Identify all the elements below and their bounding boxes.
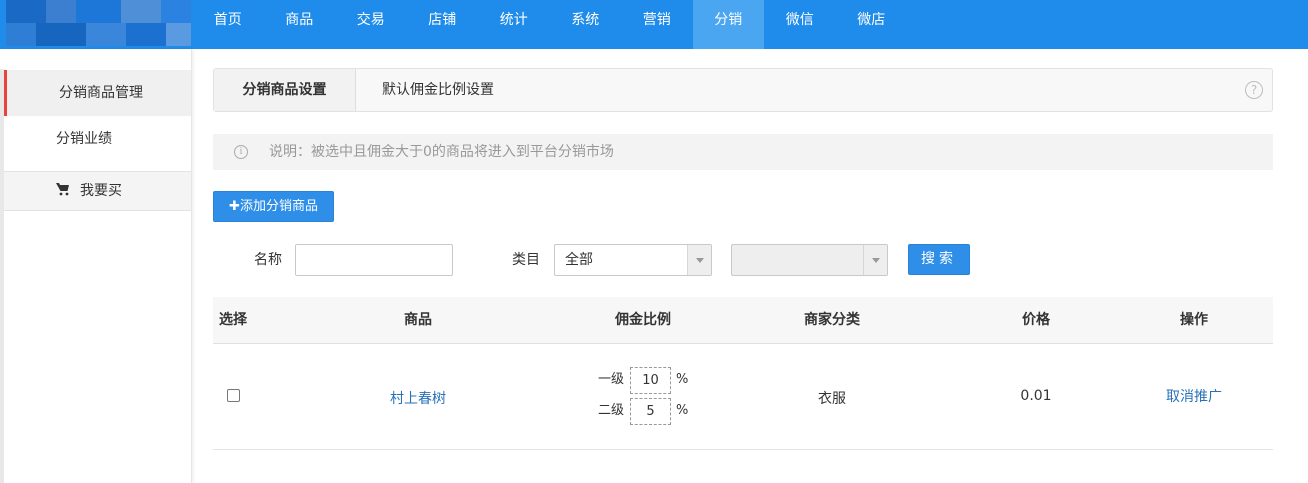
table-header: 选择 商品 佣金比例 商家分类 价格 操作 xyxy=(213,297,1273,344)
settings-tabs: 分销商品设置 默认佣金比例设置 ? xyxy=(213,68,1273,112)
logo xyxy=(6,0,191,46)
sidebar-item-label: 分销商品管理 xyxy=(59,85,143,101)
category-select-value: 全部 xyxy=(565,252,593,268)
tab-distribution-product-settings[interactable]: 分销商品设置 xyxy=(214,69,356,111)
level1-rate-input[interactable]: 10 xyxy=(630,367,671,394)
sidebar-item-label: 我要买 xyxy=(80,183,122,199)
column-header-commission: 佣金比例 xyxy=(615,312,671,328)
sidebar-item-distribution-products[interactable]: 分销商品管理 xyxy=(4,70,191,116)
level2-label: 二级 xyxy=(598,403,625,418)
notice-bar: i 说明：被选中且佣金大于0的商品将进入到平台分销市场 xyxy=(213,134,1273,170)
tab-default-commission-settings[interactable]: 默认佣金比例设置 xyxy=(382,69,494,111)
chevron-down-icon xyxy=(863,245,887,275)
chevron-down-icon xyxy=(687,245,711,275)
row-checkbox[interactable] xyxy=(227,389,240,402)
column-header-price: 价格 xyxy=(1022,312,1050,328)
nav-item-micro-store[interactable]: 微店 xyxy=(836,0,908,49)
search-button[interactable]: 搜索 xyxy=(908,244,970,275)
price: 0.01 xyxy=(1020,388,1052,404)
nav-item-distribution[interactable]: 分销 xyxy=(692,0,764,49)
nav-item-home[interactable]: 首页 xyxy=(192,0,264,49)
level2-rate: 二级 5 % xyxy=(598,398,718,425)
level1-rate: 一级 10 % xyxy=(598,367,718,394)
merchant-category: 衣服 xyxy=(818,391,846,407)
nav-item-system[interactable]: 系统 xyxy=(550,0,622,49)
name-label: 名称 xyxy=(254,252,282,268)
level1-label: 一级 xyxy=(598,372,625,387)
table-row: 村上春树 一级 10 % 二级 5 % 衣服 0.01 取消推广 xyxy=(213,344,1273,450)
nav-item-store[interactable]: 店铺 xyxy=(407,0,479,49)
cart-icon xyxy=(56,183,69,196)
main-nav: 首页 商品 交易 店铺 统计 系统 营销 分销 微信 微店 xyxy=(192,0,907,49)
column-header-merchant-category: 商家分类 xyxy=(804,312,860,328)
nav-item-trade[interactable]: 交易 xyxy=(335,0,407,49)
cancel-promotion-link[interactable]: 取消推广 xyxy=(1144,386,1244,406)
add-distribution-product-button[interactable]: ✚添加分销商品 xyxy=(213,191,334,222)
nav-item-wechat[interactable]: 微信 xyxy=(764,0,836,49)
category-label: 类目 xyxy=(512,252,540,268)
top-navigation-bar: 首页 商品 交易 店铺 统计 系统 营销 分销 微信 微店 xyxy=(0,0,1308,49)
nav-item-products[interactable]: 商品 xyxy=(264,0,336,49)
sidebar-item-buy[interactable]: 我要买 xyxy=(4,171,191,211)
percent-sign: % xyxy=(676,372,689,387)
nav-item-stats[interactable]: 统计 xyxy=(478,0,550,49)
commission-rates: 一级 10 % 二级 5 % xyxy=(598,367,718,427)
column-header-actions: 操作 xyxy=(1180,312,1208,328)
sidebar-item-label: 分销业绩 xyxy=(56,131,112,147)
sidebar: 分销商品管理 分销业绩 我要买 xyxy=(0,49,192,483)
percent-sign: % xyxy=(676,403,689,418)
nav-item-marketing[interactable]: 营销 xyxy=(621,0,693,49)
level2-rate-input[interactable]: 5 xyxy=(630,398,671,425)
subcategory-select[interactable] xyxy=(731,244,888,276)
notice-text: 说明：被选中且佣金大于0的商品将进入到平台分销市场 xyxy=(269,144,614,160)
column-header-product: 商品 xyxy=(404,312,432,328)
name-input[interactable] xyxy=(295,244,453,276)
info-icon: i xyxy=(234,145,248,159)
column-header-select: 选择 xyxy=(219,312,247,328)
product-link[interactable]: 村上春树 xyxy=(368,388,468,408)
category-select[interactable]: 全部 xyxy=(554,244,712,276)
sidebar-item-distribution-performance[interactable]: 分销业绩 xyxy=(4,116,191,162)
help-icon[interactable]: ? xyxy=(1245,81,1263,99)
